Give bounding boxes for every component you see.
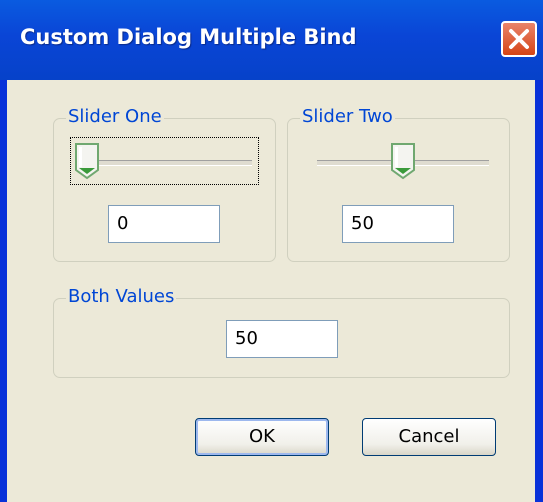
slider-one[interactable]: [74, 137, 256, 185]
group-slider-two-label: Slider Two: [300, 106, 395, 128]
slider-two[interactable]: [311, 137, 493, 185]
window-title: Custom Dialog Multiple Bind: [20, 25, 357, 49]
ok-button[interactable]: OK: [195, 418, 329, 456]
cancel-button[interactable]: Cancel: [362, 418, 496, 456]
dialog-window: Custom Dialog Multiple Bind Slider One 0…: [0, 0, 543, 502]
slider-one-value-field[interactable]: 0: [108, 205, 220, 243]
slider-one-track: [80, 160, 252, 166]
group-slider-one-label: Slider One: [66, 106, 164, 128]
slider-thumb-icon[interactable]: [74, 142, 100, 180]
close-icon: [509, 29, 529, 49]
slider-two-value-field[interactable]: 50: [342, 205, 454, 243]
both-values-field[interactable]: 50: [226, 320, 338, 358]
group-both-values-label: Both Values: [66, 286, 177, 308]
close-button[interactable]: [501, 21, 537, 57]
title-bar[interactable]: Custom Dialog Multiple Bind: [0, 0, 543, 80]
dialog-client-area: Slider One 0 Slider Two 50 Both Values 5…: [7, 80, 535, 502]
slider-thumb-icon[interactable]: [390, 142, 416, 180]
